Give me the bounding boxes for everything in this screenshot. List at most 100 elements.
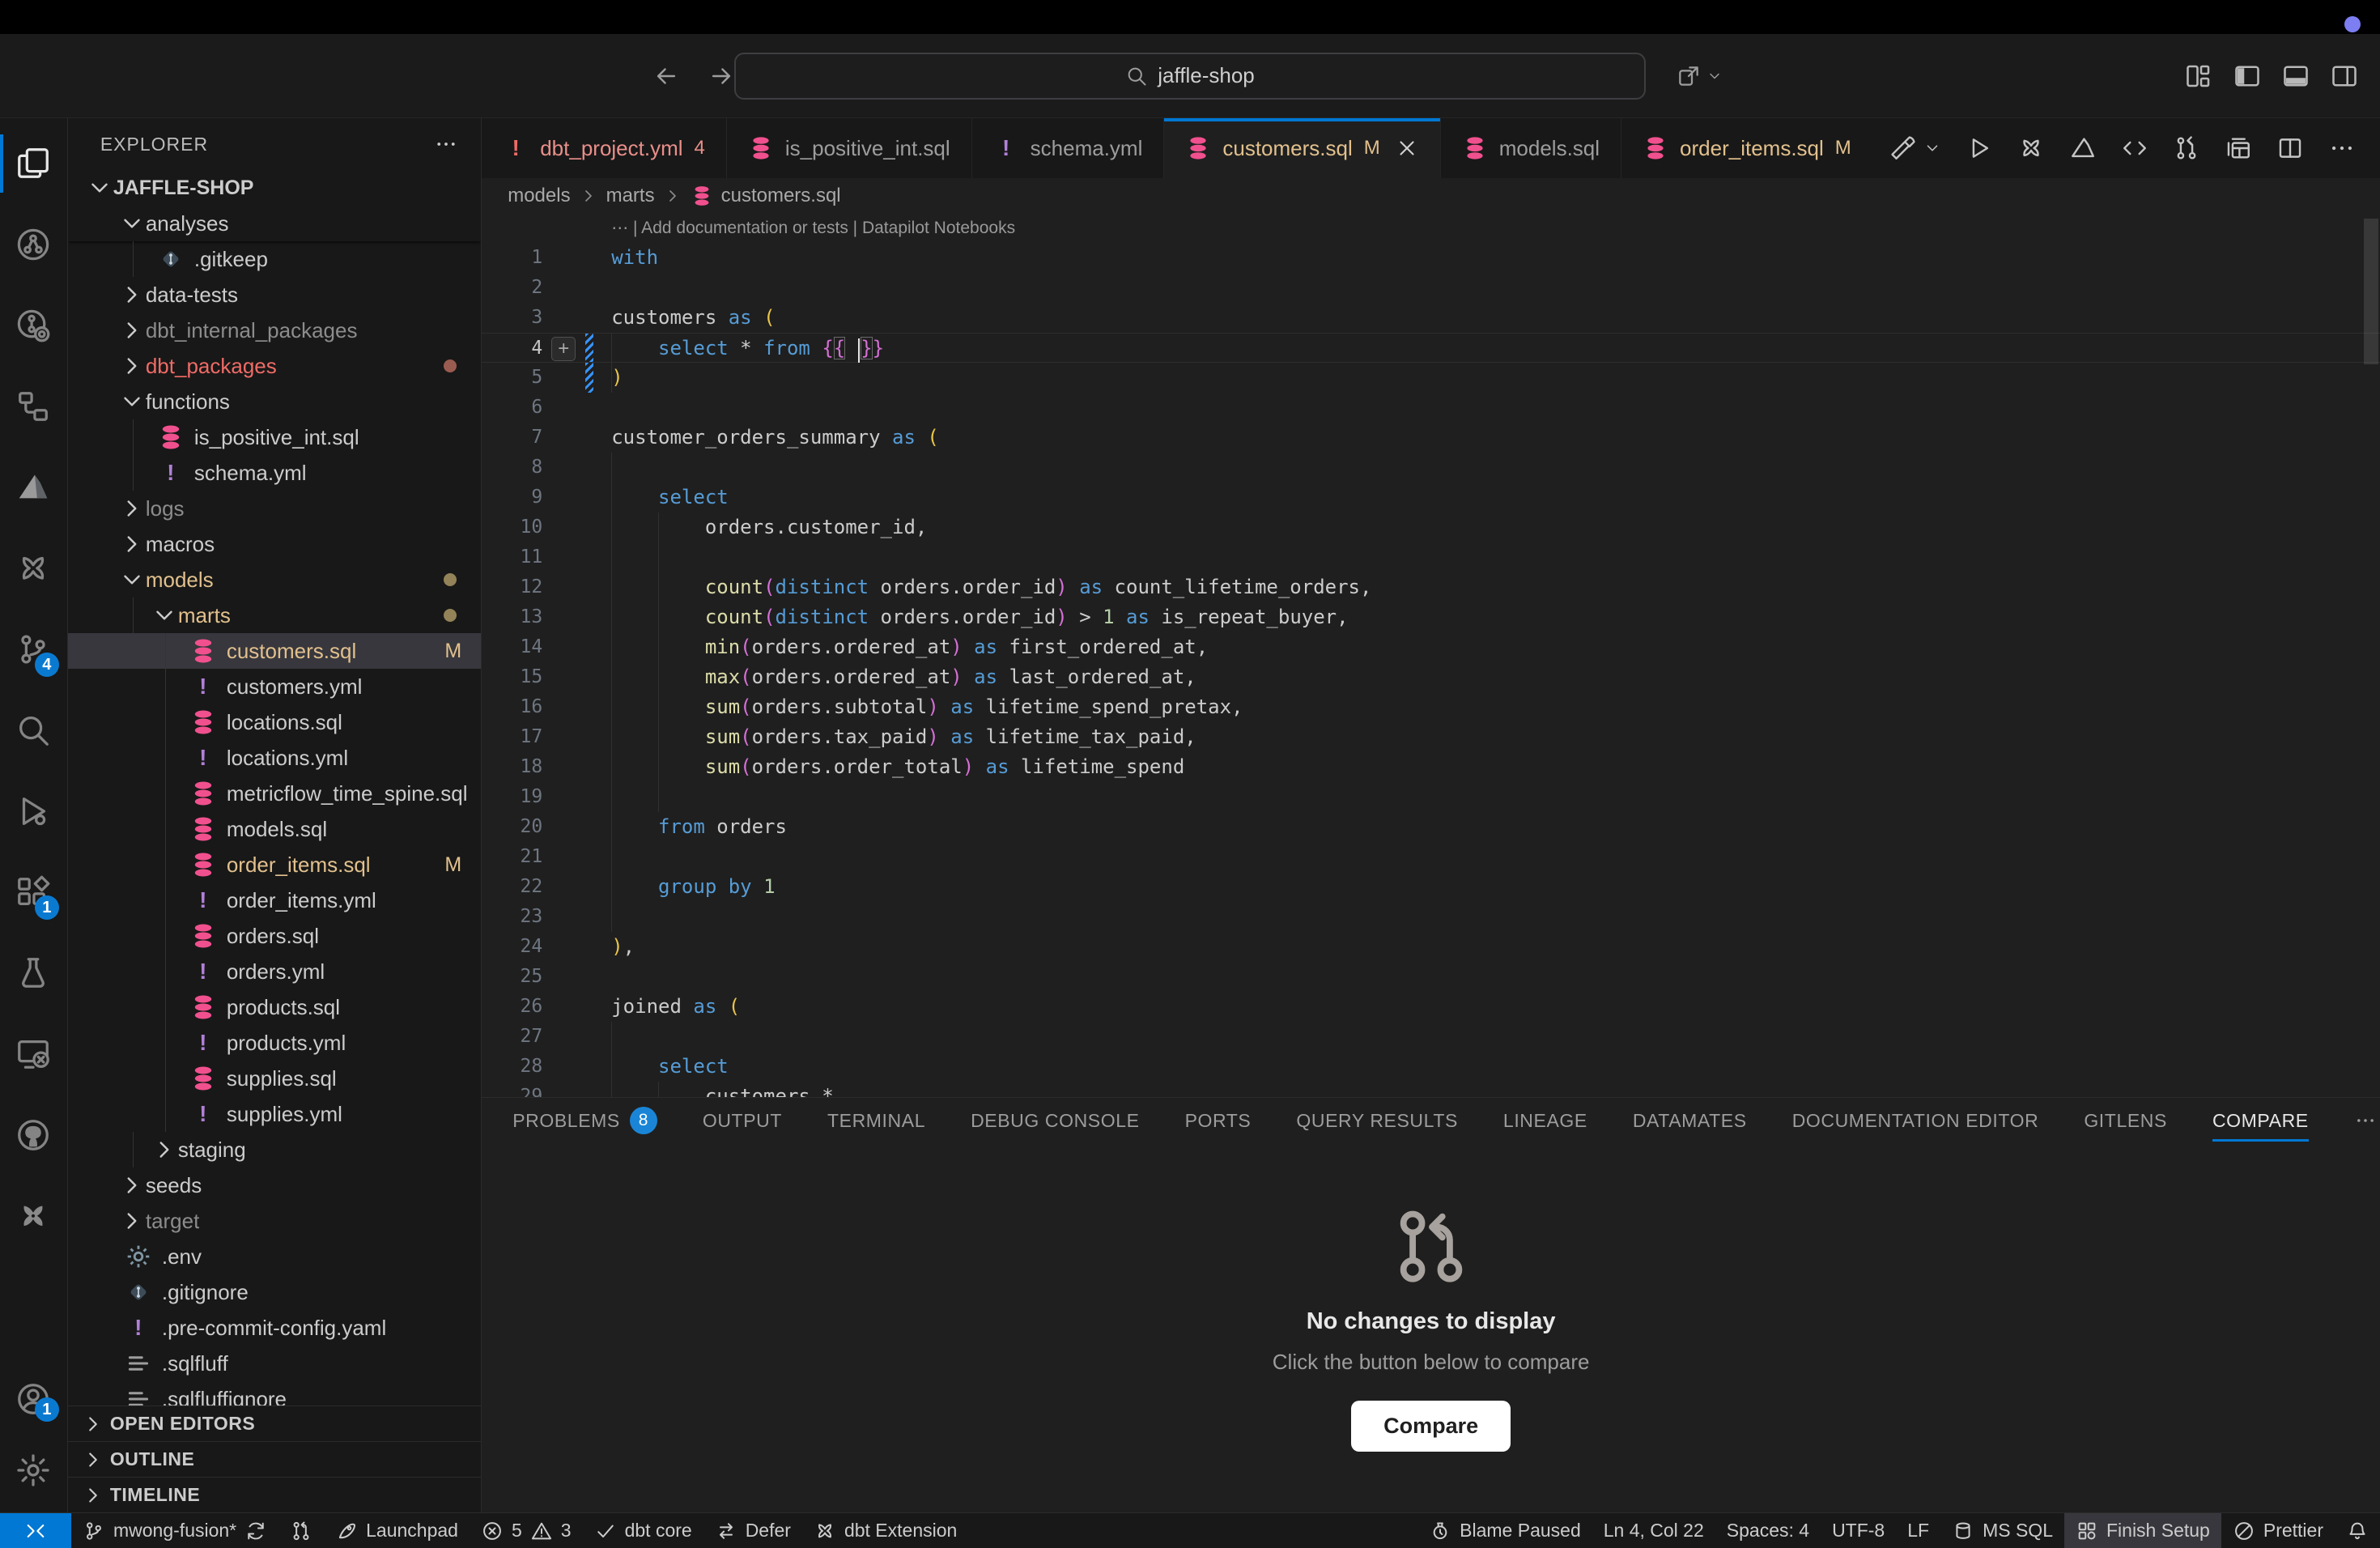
code-line[interactable]: 4+ select * from {{ }}	[482, 333, 2380, 363]
activity-source-control-icon[interactable]: 4	[0, 609, 67, 690]
code-line[interactable]: 20 from orders	[482, 812, 2380, 842]
share-button[interactable]	[1676, 63, 1723, 89]
code-line[interactable]: 2	[482, 273, 2380, 303]
status-cursor-position[interactable]: Ln 4, Col 22	[1592, 1513, 1715, 1548]
toggle-panel-icon[interactable]	[2281, 62, 2310, 91]
tree-item-analyses[interactable]: analyses	[68, 206, 481, 241]
status-dbt-extension[interactable]: dbt Extension	[802, 1513, 968, 1548]
tree-item-products.sql[interactable]: products.sql	[68, 989, 481, 1025]
status-git-branch[interactable]: mwong-fusion*	[71, 1513, 278, 1548]
altimate-outline-icon[interactable]	[2069, 134, 2097, 162]
tree-item-locations.sql[interactable]: locations.sql	[68, 704, 481, 740]
tree-item-supplies.yml[interactable]: !supplies.yml	[68, 1096, 481, 1132]
tree-item-orders.yml[interactable]: !orders.yml	[68, 954, 481, 989]
panel-tab-documentation-editor[interactable]: DOCUMENTATION EDITOR	[1792, 1098, 2039, 1143]
tree-item-dbt_internal_packages[interactable]: dbt_internal_packages	[68, 313, 481, 348]
code-line[interactable]: 29 customers.*,	[482, 1082, 2380, 1097]
code-line[interactable]: 24),	[482, 932, 2380, 962]
code-line[interactable]: 14 min(orders.ordered_at) as first_order…	[482, 632, 2380, 662]
activity-flowchart-icon[interactable]	[0, 366, 67, 447]
play-icon[interactable]	[1966, 134, 1993, 162]
activity-search-icon[interactable]	[0, 690, 67, 771]
git-pr-icon[interactable]	[2173, 134, 2200, 162]
back-icon[interactable]	[652, 62, 680, 90]
tree-item-.gitignore[interactable]: .gitignore	[68, 1274, 481, 1310]
code-line[interactable]: 18 sum(orders.order_total) as lifetime_s…	[482, 752, 2380, 782]
activity-explorer-icon[interactable]	[0, 123, 67, 204]
close-tab-icon[interactable]	[1395, 136, 1419, 160]
activity-extensions-icon[interactable]: 1	[0, 852, 67, 933]
tree-item-.gitkeep[interactable]: .gitkeep	[68, 241, 481, 277]
status-finish-setup[interactable]: Finish Setup	[2064, 1513, 2221, 1548]
tree-item-customers.sql[interactable]: customers.sqlM	[68, 633, 481, 669]
tree-item-is_positive_int.sql[interactable]: is_positive_int.sql	[68, 419, 481, 455]
hammer-icon[interactable]	[1889, 134, 1917, 162]
code-line[interactable]: 27	[482, 1022, 2380, 1052]
activity-beaker-icon[interactable]	[0, 933, 67, 1014]
tree-item-products.yml[interactable]: !products.yml	[68, 1025, 481, 1061]
tab-models.sql[interactable]: models.sql	[1441, 118, 1621, 178]
forward-icon[interactable]	[708, 62, 735, 90]
tree-item-.pre-commit-config.yaml[interactable]: !.pre-commit-config.yaml	[68, 1310, 481, 1346]
code-line[interactable]: 5)	[482, 363, 2380, 393]
status-problems-summary[interactable]: 53	[470, 1513, 583, 1548]
code-line[interactable]: 16 sum(orders.subtotal) as lifetime_spen…	[482, 692, 2380, 722]
tree-item-data-tests[interactable]: data-tests	[68, 277, 481, 313]
code-line[interactable]: 15 max(orders.ordered_at) as last_ordere…	[482, 662, 2380, 692]
code-line[interactable]: 10 orders.customer_id,	[482, 512, 2380, 542]
code-line[interactable]: 12 count(distinct orders.order_id) as co…	[482, 572, 2380, 602]
tree-root[interactable]: JAFFLE-SHOP	[68, 170, 481, 206]
sidebar-section-outline[interactable]: OUTLINE	[68, 1441, 481, 1477]
sidebar-section-open-editors[interactable]: OPEN EDITORS	[68, 1406, 481, 1441]
status-launchpad[interactable]: Launchpad	[324, 1513, 470, 1548]
toggle-secondary-sidebar-icon[interactable]	[2330, 62, 2359, 91]
code-line[interactable]: 11	[482, 542, 2380, 572]
panel-tab-compare[interactable]: COMPARE	[2212, 1098, 2309, 1143]
code-editor[interactable]: ⋯ | Add documentation or tests | Datapil…	[482, 214, 2380, 1097]
activity-github-icon[interactable]	[0, 1095, 67, 1176]
activity-run-debug-icon[interactable]	[0, 771, 67, 852]
tab-order_items.sql[interactable]: order_items.sqlM	[1621, 118, 1865, 178]
code-line[interactable]: 21	[482, 842, 2380, 872]
tree-item-logs[interactable]: logs	[68, 491, 481, 526]
activity-altimate-icon[interactable]	[0, 447, 67, 528]
dbt-icon[interactable]	[2017, 134, 2045, 162]
breadcrumb[interactable]: models marts customers.sql	[482, 178, 2380, 214]
editor-scrollbar[interactable]	[2364, 219, 2378, 364]
code-line[interactable]: 13 count(distinct orders.order_id) > 1 a…	[482, 602, 2380, 632]
status-language-mode[interactable]: MS SQL	[1940, 1513, 2064, 1548]
customize-layout-icon[interactable]	[2184, 62, 2213, 91]
tree-item-order_items.yml[interactable]: !order_items.yml	[68, 882, 481, 918]
activity-remote-explorer-icon[interactable]	[0, 1014, 67, 1095]
table-copy-icon[interactable]	[2225, 134, 2252, 162]
code-line[interactable]: 1with	[482, 243, 2380, 273]
panel-tab-query-results[interactable]: QUERY RESULTS	[1296, 1098, 1458, 1143]
tree-item-locations.yml[interactable]: !locations.yml	[68, 740, 481, 776]
status-notifications[interactable]	[2335, 1513, 2380, 1548]
status-blame-status[interactable]: Blame Paused	[1417, 1513, 1592, 1548]
sidebar-section-timeline[interactable]: TIMELINE	[68, 1477, 481, 1512]
panel-tab-ports[interactable]: PORTS	[1185, 1098, 1252, 1143]
tree-item-models[interactable]: models	[68, 562, 481, 598]
panel-tab-datamates[interactable]: DATAMATES	[1633, 1098, 1747, 1143]
tab-schema.yml[interactable]: !schema.yml	[972, 118, 1165, 178]
status-eol[interactable]: LF	[1896, 1513, 1940, 1548]
more-icon[interactable]	[2328, 134, 2356, 162]
tree-item-target[interactable]: target	[68, 1203, 481, 1239]
tree-item-schema.yml[interactable]: !schema.yml	[68, 455, 481, 491]
tree-item-metricflow_time_spine.sql[interactable]: metricflow_time_spine.sql	[68, 776, 481, 811]
chevron-down-icon[interactable]	[1923, 139, 1941, 157]
code-line[interactable]: 3customers as (	[482, 303, 2380, 333]
tree-item-customers.yml[interactable]: !customers.yml	[68, 669, 481, 704]
panel-tab-debug-console[interactable]: DEBUG CONSOLE	[971, 1098, 1139, 1143]
tree-item-functions[interactable]: functions	[68, 384, 481, 419]
code-line[interactable]: 19	[482, 782, 2380, 812]
activity-dbt-filled-icon[interactable]	[0, 1176, 67, 1257]
panel-tab-output[interactable]: OUTPUT	[703, 1098, 782, 1143]
tree-item-orders.sql[interactable]: orders.sql	[68, 918, 481, 954]
codelens-actions[interactable]: ⋯ | Add documentation or tests | Datapil…	[482, 214, 2380, 243]
more-actions-icon[interactable]	[434, 132, 458, 156]
panel-more-icon[interactable]	[2354, 1098, 2377, 1143]
code-line[interactable]: 22 group by 1	[482, 872, 2380, 902]
tab-customers.sql[interactable]: customers.sqlM	[1164, 118, 1440, 178]
